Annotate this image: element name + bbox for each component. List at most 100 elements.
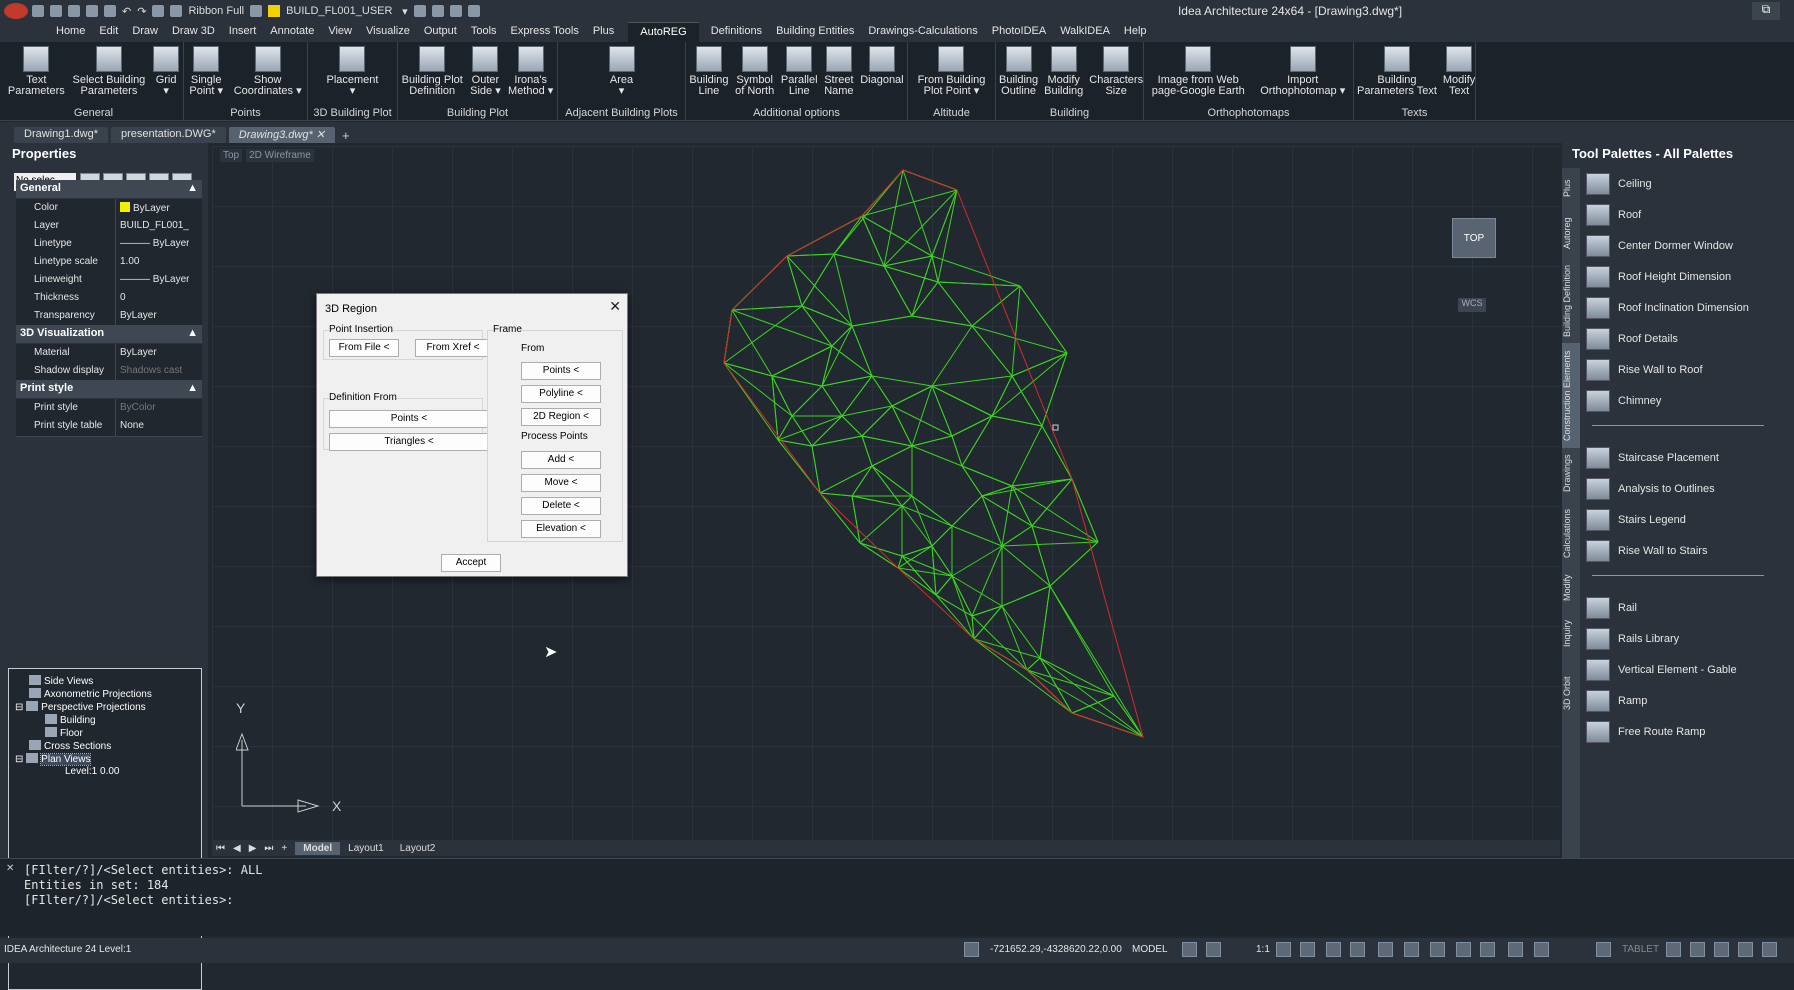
close-tab-icon[interactable]: ✕	[316, 129, 325, 141]
menu-view[interactable]: View	[328, 22, 366, 42]
save-icon[interactable]	[68, 5, 80, 17]
cursor-coordinates[interactable]: -721652.29,-4328620.22,0.00	[990, 944, 1122, 955]
menu-draw[interactable]: Draw	[132, 22, 172, 42]
new-icon[interactable]	[32, 5, 44, 17]
add-layout-icon[interactable]: +	[281, 843, 287, 854]
wcs-indicator[interactable]: WCS	[1458, 298, 1486, 312]
image-from-web-button[interactable]: Image from Web page-Google Earth	[1149, 46, 1248, 106]
symbol-of-north-button[interactable]: Symbol of North	[732, 46, 777, 106]
property-value[interactable]: ——— ByLayer	[116, 271, 189, 290]
layout-tab-model[interactable]: Model	[295, 841, 341, 855]
menu-drawings-calculations[interactable]: Drawings-Calculations	[868, 22, 991, 42]
palette-tab-building-definition[interactable]: Building Definition	[1562, 258, 1580, 343]
prev-layout-icon[interactable]: ◀	[233, 843, 241, 854]
frame-points-button[interactable]: Points <	[521, 362, 601, 380]
open-icon[interactable]	[50, 5, 62, 17]
layout-tab-layout1[interactable]: Layout1	[340, 842, 392, 855]
property-value[interactable]: ByLayer	[116, 307, 157, 326]
palette-item-roof[interactable]: Roof	[1586, 202, 1641, 228]
dropdown-chevron-icon[interactable]: ▾	[402, 5, 408, 18]
move-button[interactable]: Move <	[521, 474, 601, 492]
palette-item-free-route-ramp[interactable]: Free Route Ramp	[1586, 719, 1705, 745]
menu-annotate[interactable]: Annotate	[270, 22, 328, 42]
palette-item-analysis-to-outlines[interactable]: Analysis to Outlines	[1586, 476, 1715, 502]
menu-output[interactable]: Output	[424, 22, 471, 42]
palette-item-chimney[interactable]: Chimney	[1586, 388, 1661, 414]
building-plot-definition-button[interactable]: Building Plot Definition	[399, 46, 466, 106]
import-orthophotomap-button[interactable]: Import Orthophotomap ▾	[1257, 46, 1348, 106]
menu-autoreg[interactable]: AutoREG	[628, 22, 699, 42]
placement-button[interactable]: Placement ▾	[324, 46, 382, 106]
property-row[interactable]: Print style table None	[16, 417, 202, 437]
status-toggle-icon[interactable]	[1350, 942, 1365, 957]
status-toggle-icon[interactable]	[1206, 942, 1221, 957]
menu-walkidea[interactable]: WalkIDEA	[1060, 22, 1124, 42]
section-3d-visualization[interactable]: 3D Visualization ▲	[16, 325, 202, 343]
from-file-button[interactable]: From File <	[329, 339, 399, 357]
tree-item-plan-views[interactable]: ⊟ Plan Views	[15, 753, 92, 766]
plot-icon[interactable]	[431, 5, 444, 17]
building-line-button[interactable]: Building Line	[686, 46, 731, 106]
property-row[interactable]: Color ByLayer	[16, 199, 202, 219]
palette-item-rise-wall-to-roof[interactable]: Rise Wall to Roof	[1586, 357, 1703, 383]
tree-item-perspective[interactable]: ⊟ Perspective Projections	[15, 701, 146, 713]
property-value[interactable]: None	[116, 417, 144, 436]
triangles-button[interactable]: Triangles <	[329, 433, 489, 451]
status-toggle-icon[interactable]	[1456, 942, 1471, 957]
definition-points-button[interactable]: Points <	[329, 410, 489, 428]
last-layout-icon[interactable]: ⏭	[264, 843, 273, 854]
menu-draw-3d[interactable]: Draw 3D	[172, 22, 229, 42]
area-button[interactable]: Area ▾	[606, 46, 638, 106]
palette-tab-construction-elements[interactable]: Construction Elements	[1562, 343, 1580, 448]
status-toggle-icon[interactable]	[1714, 942, 1729, 957]
palette-tab-calculations[interactable]: Calculations	[1562, 498, 1580, 568]
undo-icon[interactable]: ↶	[122, 5, 131, 18]
characters-size-button[interactable]: Characters Size	[1086, 46, 1146, 106]
property-row[interactable]: Print style ByColor	[16, 399, 202, 419]
modify-building-button[interactable]: Modify Building	[1041, 46, 1086, 106]
status-toggle-icon[interactable]	[1690, 942, 1705, 957]
palette-item-roof-inclination-dimension[interactable]: Roof Inclination Dimension	[1586, 295, 1749, 321]
ribbon-mode[interactable]: Ribbon Full	[188, 5, 244, 17]
layout-tab-layout2[interactable]: Layout2	[392, 842, 444, 855]
tree-item-level[interactable]: Level:1 0.00	[65, 766, 120, 777]
text-parameters-button[interactable]: Text Parameters	[5, 46, 68, 106]
close-icon[interactable]: ✕	[6, 863, 14, 874]
modify-text-button[interactable]: Modify Text	[1440, 46, 1478, 106]
view-cube[interactable]: TOP	[1452, 218, 1496, 258]
polyline-button[interactable]: Polyline <	[521, 385, 601, 403]
palette-tab-autoreg[interactable]: Autoreg	[1562, 208, 1580, 258]
status-toggle-icon[interactable]	[1480, 942, 1495, 957]
menu-definitions[interactable]: Definitions	[711, 22, 776, 42]
property-row[interactable]: Thickness 0	[16, 289, 202, 309]
palette-item-roof-details[interactable]: Roof Details	[1586, 326, 1678, 352]
palette-tab-3d-orbit[interactable]: 3D Orbit	[1562, 658, 1580, 728]
collapse-icon[interactable]: ⊟	[15, 754, 26, 765]
new-tab-plus-icon[interactable]: +	[342, 128, 350, 143]
outer-side-button[interactable]: Outer Side ▾	[467, 46, 504, 106]
ironas-method-button[interactable]: Irona's Method ▾	[505, 46, 556, 106]
collapse-section-icon[interactable]: ▲	[187, 182, 198, 194]
property-value[interactable]: Shadows cast	[116, 362, 182, 381]
select-building-parameters-button[interactable]: Select Building Parameters	[70, 46, 149, 106]
menu-building-entities[interactable]: Building Entities	[776, 22, 868, 42]
status-toggle-icon[interactable]	[1738, 942, 1753, 957]
status-toggle-icon[interactable]	[1596, 942, 1611, 957]
status-toggle-icon[interactable]	[1326, 942, 1341, 957]
bulb-icon[interactable]	[250, 5, 263, 17]
palette-tab-drawings[interactable]: Drawings	[1562, 448, 1580, 498]
print-icon[interactable]	[104, 5, 116, 17]
tree-item-floor[interactable]: Floor	[45, 727, 83, 739]
status-toggle-icon[interactable]	[964, 942, 979, 957]
property-value[interactable]: 0	[116, 289, 126, 308]
close-doc-icon[interactable]	[449, 5, 462, 17]
property-value[interactable]: BUILD_FL001_	[116, 217, 189, 236]
property-row[interactable]: Transparency ByLayer	[16, 307, 202, 327]
annotation-scale[interactable]: 1:1	[1256, 944, 1270, 955]
palette-item-rise-wall-to-stairs[interactable]: Rise Wall to Stairs	[1586, 538, 1707, 564]
model-space-toggle[interactable]: MODEL	[1132, 944, 1168, 955]
menu-express-tools[interactable]: Express Tools	[511, 22, 593, 42]
palette-item-vertical-element-gable[interactable]: Vertical Element - Gable	[1586, 657, 1737, 683]
menu-insert[interactable]: Insert	[229, 22, 271, 42]
accept-button[interactable]: Accept	[441, 554, 501, 572]
